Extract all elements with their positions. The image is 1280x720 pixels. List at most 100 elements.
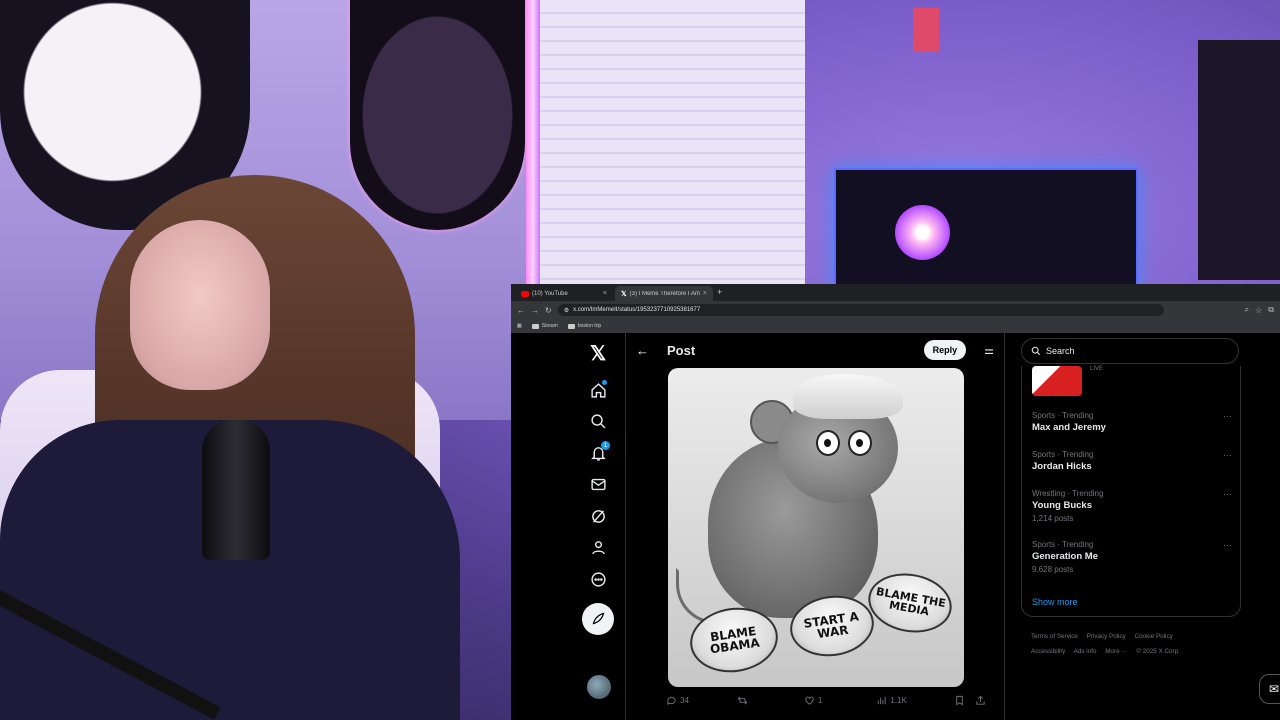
share-icon <box>976 695 985 705</box>
copyright-text: © 2025 X Corp. <box>1136 648 1180 655</box>
pc-fan <box>895 205 950 260</box>
forward-icon[interactable]: → <box>531 306 539 315</box>
bookmarks-bar: ▦ Stream boston trip <box>511 319 1280 334</box>
trend-category: Sports · Trending <box>1032 450 1094 459</box>
reply-action[interactable]: 34 <box>666 695 689 706</box>
door <box>540 0 805 290</box>
ads-info-link[interactable]: Ads info <box>1074 648 1097 655</box>
folder-icon <box>567 323 575 329</box>
meme-button-blame-media: BLAME THE MEDIA <box>863 567 957 639</box>
bookmark-action[interactable] <box>954 695 965 706</box>
tab-label: (10) YouTube <box>532 290 568 297</box>
messages-icon[interactable] <box>588 475 608 495</box>
left-nav: 𝕏 1 <box>571 333 625 720</box>
tab-label: (3) I Meme Therefore I Am on X <box>629 290 700 297</box>
terms-link[interactable]: Terms of Service <box>1031 633 1078 640</box>
tab-bar: (10) YouTube × 𝕏 (3) I Meme Therefore I … <box>511 284 1280 301</box>
pc-case <box>834 168 1138 292</box>
profile-icon[interactable] <box>588 538 608 558</box>
view-count: 1.1K <box>890 696 907 705</box>
search-placeholder: Search <box>1046 346 1075 356</box>
accessibility-link[interactable]: Accessibility <box>1031 648 1065 655</box>
repost-action[interactable] <box>737 695 748 706</box>
share-action[interactable] <box>975 695 986 706</box>
browser-window: (10) YouTube × 𝕏 (3) I Meme Therefore I … <box>511 284 1280 720</box>
close-icon[interactable]: × <box>703 290 707 297</box>
reload-icon[interactable]: ↻ <box>545 306 552 315</box>
bookmark-stream[interactable]: Stream <box>531 323 558 329</box>
reply-button[interactable]: Reply <box>923 340 967 360</box>
guitar-dark <box>350 0 525 230</box>
reply-icon <box>667 696 676 705</box>
site-info-icon[interactable]: ⚙ <box>564 307 569 314</box>
tab-x-post[interactable]: 𝕏 (3) I Meme Therefore I Am on X × <box>615 286 713 301</box>
extensions-icon[interactable]: ⧉ <box>1268 305 1274 315</box>
trend-post-count: 1,214 posts <box>1032 514 1074 523</box>
new-tab-button[interactable]: + <box>717 287 722 297</box>
bookmark-label: Stream <box>541 323 558 329</box>
streamer-face <box>130 220 270 390</box>
like-count: 1 <box>817 696 823 705</box>
reply-count: 34 <box>680 696 689 705</box>
trend-item[interactable]: Sports · Trending Jordan Hicks ··· <box>1032 450 1232 472</box>
cookie-link[interactable]: Cookie Policy <box>1135 633 1173 640</box>
back-arrow-icon[interactable]: ← <box>636 343 649 358</box>
trend-item[interactable]: Sports · Trending Generation Me 9,628 po… <box>1032 540 1232 574</box>
microphone <box>202 420 270 560</box>
trend-category: Sports · Trending <box>1032 411 1094 420</box>
search-input[interactable]: Search <box>1021 338 1239 364</box>
privacy-link[interactable]: Privacy Policy <box>1087 633 1126 640</box>
search-icon[interactable] <box>588 412 608 432</box>
rat-eye <box>816 430 840 456</box>
grok-icon[interactable] <box>588 506 608 526</box>
trend-name: Max and Jeremy <box>1032 422 1106 433</box>
trend-name: Young Bucks <box>1032 500 1092 511</box>
home-icon[interactable] <box>588 380 608 400</box>
more-options-icon[interactable]: ··· <box>1223 411 1232 421</box>
trend-name: Generation Me <box>1032 551 1098 562</box>
more-options-icon[interactable]: ··· <box>1223 489 1232 499</box>
address-bar: ← → ↻ ⚙ x.com/ImMemeII/status/1953237710… <box>511 301 1280 319</box>
zoom-icon[interactable]: ⌕ <box>1245 305 1249 315</box>
wall-switch <box>913 8 939 52</box>
views-icon <box>878 696 886 705</box>
notifications-icon[interactable]: 1 <box>588 441 610 463</box>
trend-item[interactable]: Wrestling · Trending Young Bucks 1,214 p… <box>1032 489 1232 523</box>
page-title: Post <box>667 342 696 358</box>
youtube-icon <box>521 290 529 297</box>
right-sidebar: Search LIVE Sports · Trending Max and Je… <box>1021 333 1280 720</box>
views-action[interactable]: 1.1K <box>876 695 907 706</box>
bookmark-star-icon[interactable]: ☆ <box>1255 306 1262 315</box>
live-thumbnail[interactable] <box>1032 366 1082 396</box>
more-options-icon[interactable]: ··· <box>1223 450 1232 460</box>
post-actions: 34 1 1.1K <box>666 695 986 706</box>
notification-badge: 1 <box>601 441 610 450</box>
more-link[interactable]: More ··· <box>1105 648 1127 655</box>
close-icon[interactable]: × <box>603 290 607 297</box>
show-more-link[interactable]: Show more <box>1032 597 1078 607</box>
post-header: ← Post Reply ⚌ <box>626 333 1004 367</box>
apps-icon[interactable]: ▦ <box>517 323 522 329</box>
bookmark-boston-trip[interactable]: boston trip <box>567 323 601 329</box>
x-app: 𝕏 1 ← Post Reply ⚌ BLAME OBAMA START A W… <box>511 333 1280 720</box>
chat-icon[interactable]: ✉ <box>1259 674 1280 704</box>
monitor <box>1198 40 1280 280</box>
reply-settings-icon[interactable]: ⚌ <box>984 344 994 357</box>
compose-post-button[interactable] <box>582 602 614 635</box>
trends-panel: LIVE Sports · Trending Max and Jeremy ··… <box>1021 366 1241 617</box>
like-action[interactable]: 1 <box>804 695 822 706</box>
new-content-dot <box>602 380 607 385</box>
trend-category: Wrestling · Trending <box>1032 489 1104 498</box>
x-logo-icon[interactable]: 𝕏 <box>590 341 606 366</box>
back-icon[interactable]: ← <box>517 306 525 315</box>
account-avatar[interactable] <box>587 675 611 699</box>
trend-item[interactable]: Sports · Trending Max and Jeremy ··· <box>1032 411 1232 433</box>
folder-icon <box>531 323 539 329</box>
rat-eye <box>848 430 872 456</box>
more-options-icon[interactable]: ··· <box>1223 540 1232 550</box>
url-field[interactable]: ⚙ x.com/ImMemeII/status/1953237710925381… <box>557 304 1164 316</box>
bookmark-icon <box>956 695 963 706</box>
post-image[interactable]: BLAME OBAMA START A WAR BLAME THE MEDIA <box>668 368 964 687</box>
tab-youtube[interactable]: (10) YouTube × <box>515 286 613 301</box>
more-icon[interactable] <box>588 569 608 589</box>
